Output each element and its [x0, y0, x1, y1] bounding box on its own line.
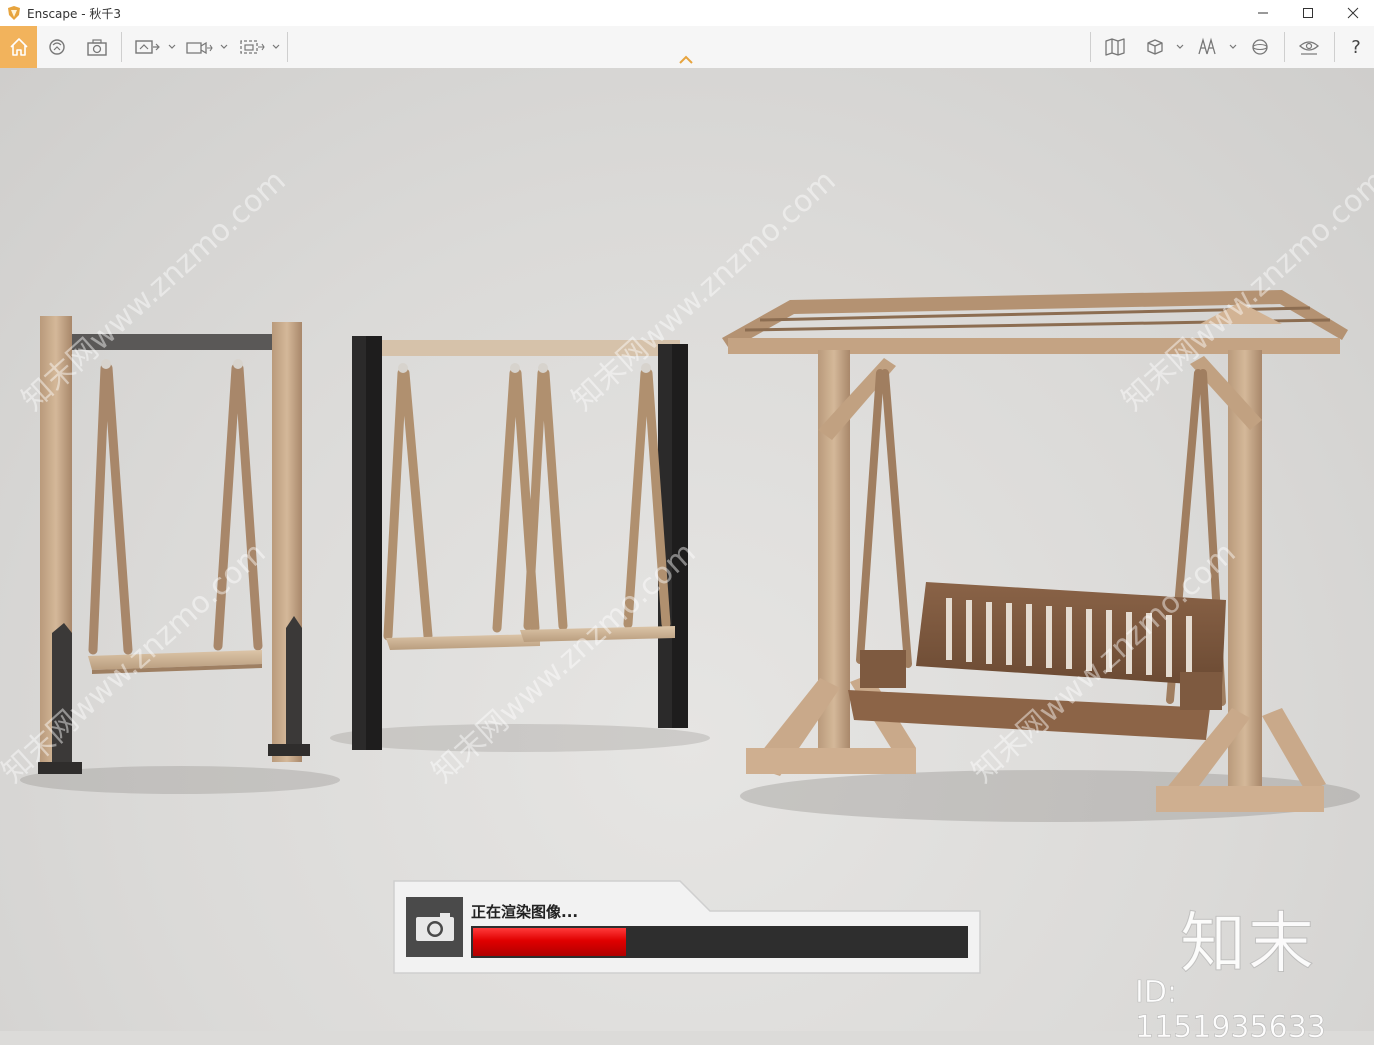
minimize-button[interactable] — [1240, 0, 1286, 26]
minimize-icon — [1258, 12, 1268, 14]
map-icon — [1105, 38, 1125, 56]
chevron-down-icon — [1176, 44, 1184, 49]
chevron-down-icon — [220, 44, 228, 49]
enscape-logo-icon — [6, 5, 22, 21]
asset-library-icon — [49, 39, 65, 55]
toolbar-separator — [1334, 32, 1335, 62]
visual-settings-button[interactable] — [1295, 26, 1323, 68]
cube-view-icon — [1147, 39, 1163, 55]
home-button[interactable] — [0, 26, 37, 68]
map-button[interactable] — [1102, 26, 1128, 68]
help-button[interactable]: ? — [1344, 26, 1368, 68]
toolbar-separator — [1284, 32, 1285, 62]
asset-library-button[interactable] — [45, 26, 69, 68]
batch-render-dropdown[interactable] — [270, 26, 282, 68]
batch-render-icon — [240, 40, 265, 54]
camera-icon — [415, 913, 454, 941]
render-status-label: 正在渲染图像... — [471, 903, 579, 921]
sphere-view-icon — [1252, 39, 1268, 55]
chevron-down-icon — [272, 44, 280, 49]
walk-mode-dropdown[interactable] — [1227, 26, 1239, 68]
chevron-down-icon — [168, 44, 176, 49]
close-button[interactable] — [1330, 0, 1374, 26]
cube-view-button[interactable] — [1142, 26, 1168, 68]
screenshot-icon — [87, 39, 107, 56]
screenshot-button[interactable] — [85, 26, 109, 68]
title-bar: Enscape - 秋千3 — [0, 0, 1374, 26]
render-view-dropdown[interactable] — [166, 26, 178, 68]
toolbar-separator — [1090, 32, 1091, 62]
render-view-icon — [135, 40, 160, 54]
render-camera-box — [406, 897, 463, 957]
chevron-down-icon — [1229, 44, 1237, 49]
watermark-brand: 知末 — [1180, 905, 1316, 983]
walk-mode-button[interactable] — [1194, 26, 1220, 68]
maximize-button[interactable] — [1285, 0, 1331, 26]
watermark-id: ID: 1151935633 — [1135, 975, 1326, 1045]
collapse-toolbar-icon[interactable] — [678, 52, 694, 66]
video-editor-button[interactable] — [185, 26, 213, 68]
visual-settings-icon — [1299, 41, 1319, 55]
toolbar-separator — [287, 32, 288, 62]
render-progress-panel: 正在渲染图像... — [393, 880, 982, 975]
maximize-icon — [1303, 8, 1313, 18]
window-title: Enscape - 秋千3 — [27, 6, 121, 21]
render-view-button[interactable] — [133, 26, 161, 68]
home-icon — [9, 38, 28, 56]
render-progress-fill — [473, 928, 626, 956]
video-editor-dropdown[interactable] — [218, 26, 230, 68]
video-editor-icon — [186, 41, 213, 55]
walk-mode-icon — [1198, 37, 1216, 55]
sphere-view-button[interactable] — [1247, 26, 1273, 68]
close-icon — [1347, 7, 1359, 19]
toolbar-separator — [121, 32, 122, 62]
render-progress-bar — [471, 926, 968, 958]
cube-view-dropdown[interactable] — [1174, 26, 1186, 68]
batch-render-button[interactable] — [238, 26, 266, 68]
